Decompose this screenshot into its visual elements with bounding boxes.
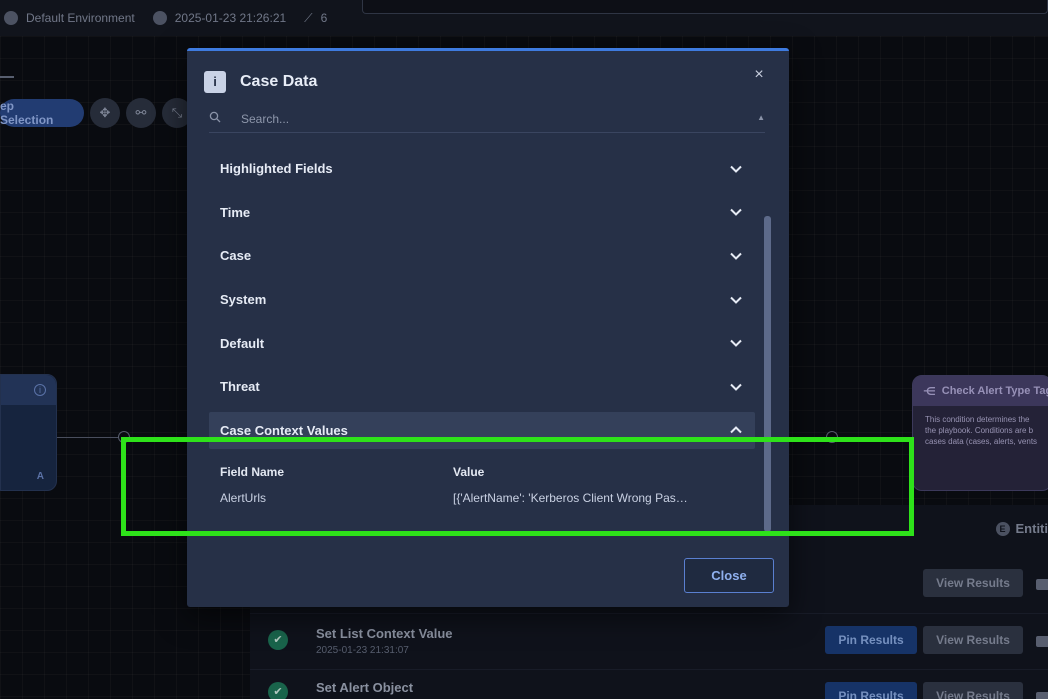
- section-list: Highlighted Fields Time Case System Defa…: [209, 147, 755, 449]
- section-label: Threat: [220, 379, 260, 395]
- search-input[interactable]: [241, 106, 741, 131]
- modal-header: i Case Data: [204, 71, 317, 93]
- close-icon[interactable]: ×: [751, 67, 767, 83]
- section-highlighted-fields[interactable]: Highlighted Fields: [209, 147, 755, 191]
- section-threat[interactable]: Threat: [209, 365, 755, 409]
- chevron-down-icon: [729, 380, 743, 394]
- search-icon: [209, 111, 225, 126]
- section-label: Case: [220, 248, 252, 264]
- section-case[interactable]: Case: [209, 234, 755, 278]
- section-default[interactable]: Default: [209, 321, 755, 365]
- chevron-down-icon: [729, 336, 743, 350]
- section-time[interactable]: Time: [209, 191, 755, 235]
- chevron-down-icon: [729, 249, 743, 263]
- search-bar: ▲: [209, 105, 765, 133]
- chevron-down-icon: [729, 205, 743, 219]
- info-icon: i: [204, 71, 226, 93]
- chevron-down-icon: [729, 293, 743, 307]
- chevron-down-icon: [729, 162, 743, 176]
- scroll-up-icon[interactable]: ▲: [757, 113, 765, 122]
- section-system[interactable]: System: [209, 278, 755, 322]
- highlight-box: [121, 437, 914, 536]
- section-label: Default: [220, 335, 265, 351]
- section-label: Case Context Values: [220, 422, 348, 438]
- close-button[interactable]: Close: [684, 558, 774, 593]
- chevron-up-icon: [729, 423, 743, 437]
- section-label: System: [220, 292, 267, 308]
- section-label: Time: [220, 204, 251, 220]
- section-label: Highlighted Fields: [220, 161, 333, 177]
- modal-title: Case Data: [240, 73, 318, 90]
